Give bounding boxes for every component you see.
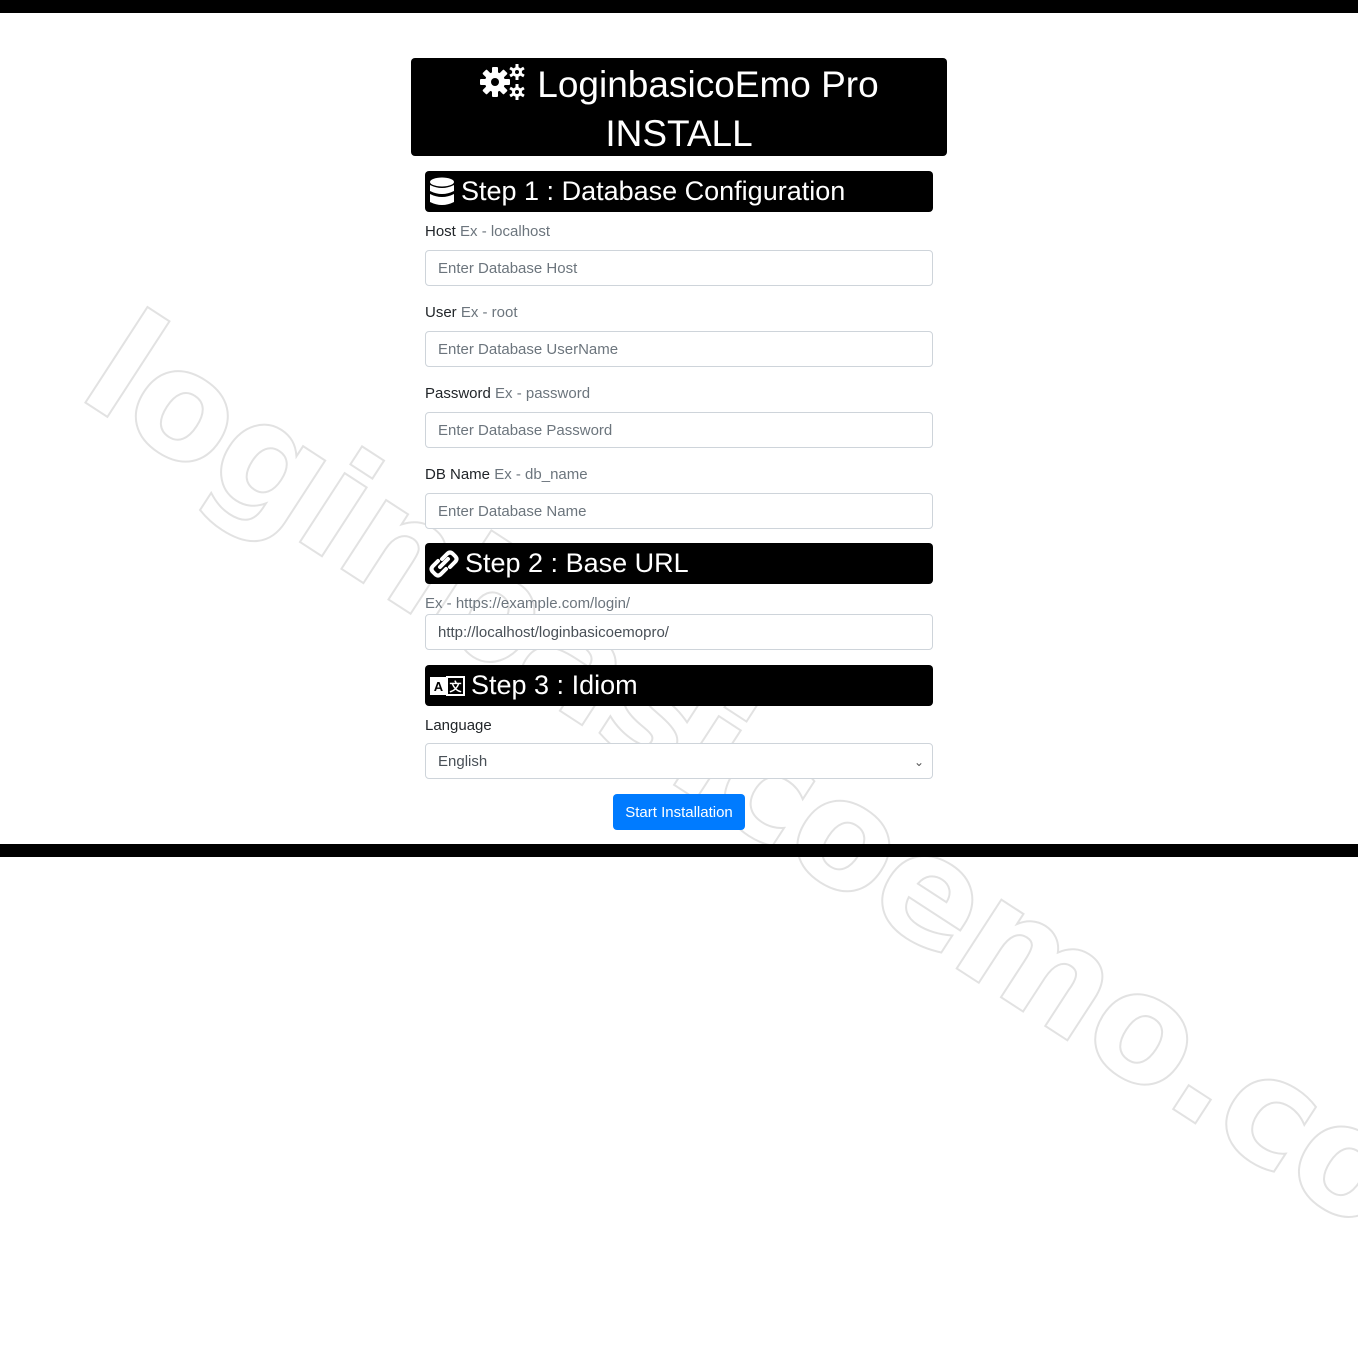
language-label: Language [425,717,492,734]
top-black-bar [0,0,1358,13]
base-url-input[interactable] [425,614,933,650]
step2-header: Step 2 : Base URL [425,543,933,584]
user-input[interactable] [425,331,933,367]
install-header: LoginbasicoEmo Pro INSTALL [411,58,947,156]
host-input[interactable] [425,250,933,286]
svg-text:A: A [434,679,444,694]
step2-title: Step 2 : Base URL [465,548,689,578]
svg-text:文: 文 [449,679,462,694]
install-title: INSTALL [605,113,753,154]
step3-title: Step 3 : Idiom [471,670,638,700]
step3-header: A 文 Step 3 : Idiom [425,665,933,706]
password-input[interactable] [425,412,933,448]
language-select[interactable]: English [425,743,933,779]
link-icon [429,550,459,578]
dbname-input[interactable] [425,493,933,529]
user-label: User Ex - root [425,304,518,321]
password-label: Password Ex - password [425,385,591,402]
chevron-down-icon: ⌄ [914,755,925,769]
step1-title: Step 1 : Database Configuration [461,176,846,206]
step1-header: Step 1 : Database Configuration [425,171,933,212]
start-installation-button[interactable]: Start Installation [613,794,745,830]
bottom-black-bar [0,844,1358,857]
translate-icon: A 文 [429,675,465,697]
database-icon [429,177,455,207]
host-label: Host Ex - localhost [425,223,551,240]
app-title: LoginbasicoEmo Pro [537,64,879,105]
base-url-hint: Ex - https://example.com/login/ [425,595,631,612]
dbname-label: DB Name Ex - db_name [425,466,588,483]
gears-icon [479,63,529,111]
